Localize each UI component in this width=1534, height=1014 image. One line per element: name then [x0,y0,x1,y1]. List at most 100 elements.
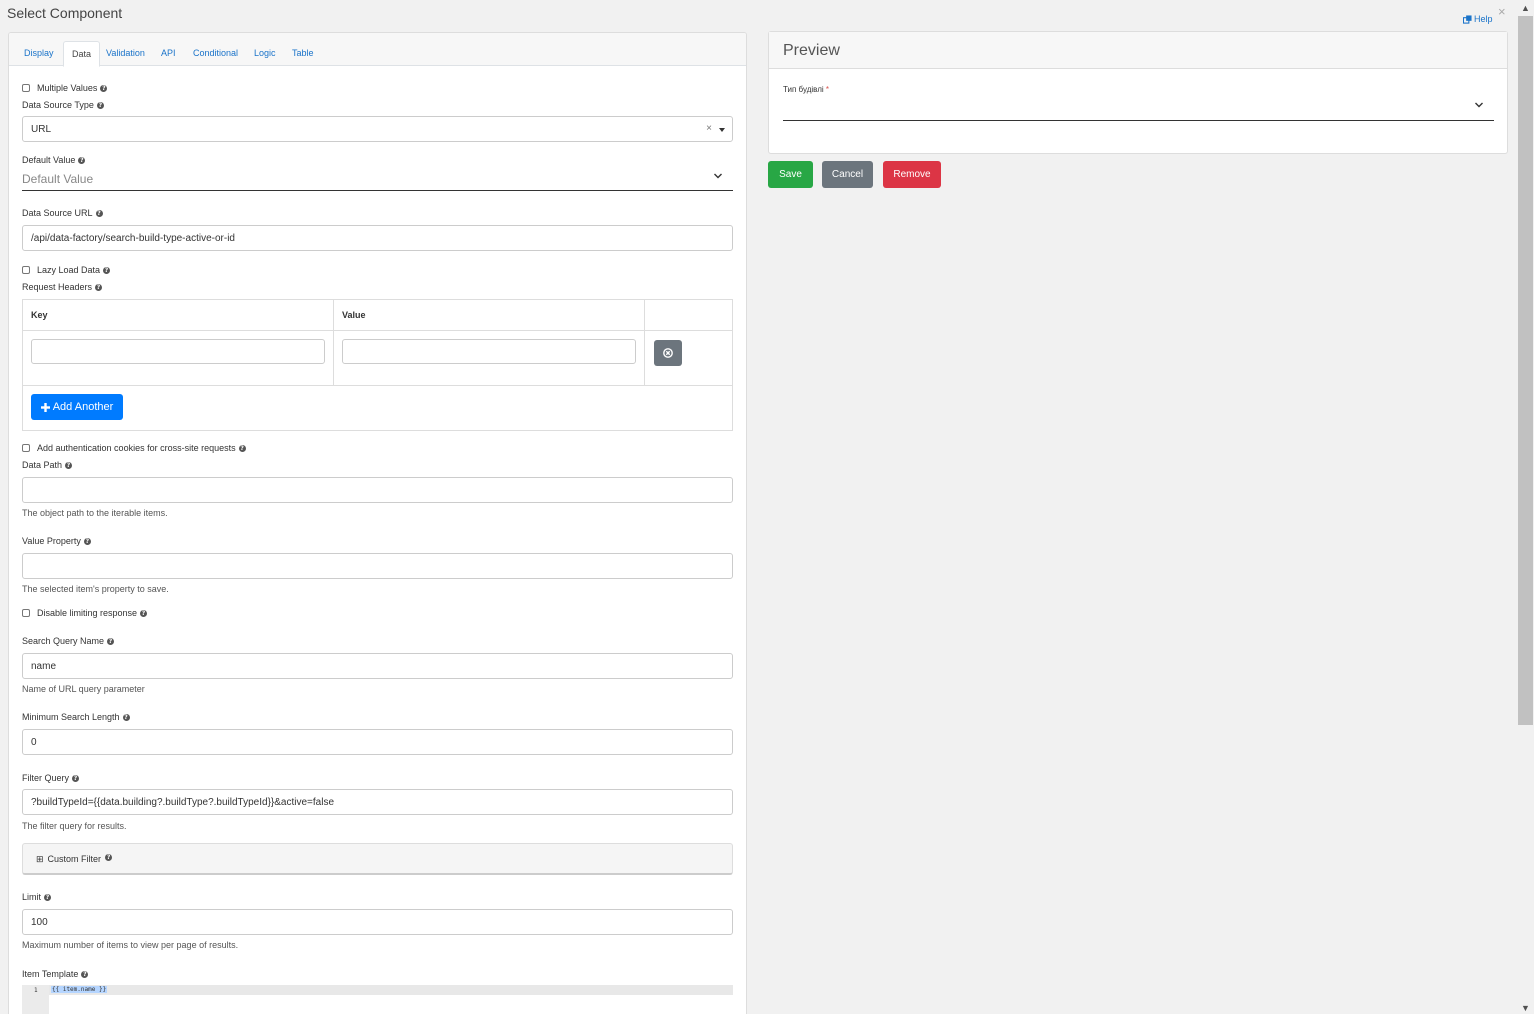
tab-display[interactable]: Display [24,48,54,58]
question-icon: ? [81,970,89,978]
min-search-length-label-row: Minimum Search Length ? [22,712,130,722]
preview-field-label-text: Тип будівлі [783,85,824,94]
external-link-icon [1463,14,1472,24]
preview-field-label: Тип будівлі * [783,85,829,94]
multiple-values-label: Multiple Values [37,83,98,93]
help-label: Help [1474,14,1493,24]
question-icon: ? [83,537,91,545]
scroll-down-icon[interactable]: ▼ [1517,1003,1534,1013]
data-path-description: The object path to the iterable items. [22,508,168,518]
add-another-button[interactable]: Add Another [31,394,123,420]
default-value-placeholder[interactable]: Default Value [22,172,93,186]
question-icon: ? [238,444,246,452]
limit-label-row: Limit ? [22,892,52,902]
lazy-load-row: Lazy Load Data ? [22,265,111,275]
min-search-length-input[interactable]: 0 [22,729,733,755]
question-icon: ? [95,209,103,217]
disable-limiting-row: Disable limiting response ? [22,608,148,618]
save-button[interactable]: Save [768,161,813,188]
add-another-label: Add Another [52,401,114,413]
data-source-url-label-row: Data Source URL ? [22,208,103,218]
disable-limiting-checkbox[interactable] [22,609,30,617]
value-property-description: The selected item's property to save. [22,584,169,594]
scrollbar[interactable]: ▲ ▼ [1517,0,1534,1014]
request-headers-label-row: Request Headers ? [22,282,103,292]
limit-description: Maximum number of items to view per page… [22,940,239,950]
tab-bar: Display Data Validation API Conditional … [9,33,746,67]
search-query-name-description: Name of URL query parameter [22,684,145,694]
remove-circle-icon [663,348,673,358]
auth-cookies-row: Add authentication cookies for cross-sit… [22,443,246,453]
tab-table[interactable]: Table [292,48,314,58]
tab-validation[interactable]: Validation [106,48,145,58]
filter-query-input[interactable]: ?buildTypeId={{data.building?.buildType?… [22,789,733,815]
data-source-type-label: Data Source Type [22,100,94,110]
tab-api[interactable]: API [161,48,176,58]
divider [23,330,732,331]
tab-logic[interactable]: Logic [254,48,276,58]
remove-row-button[interactable] [654,340,682,366]
default-value-label: Default Value [22,155,76,165]
header-key-input[interactable] [31,339,325,364]
lazy-load-label: Lazy Load Data [37,265,101,275]
divider [333,300,334,386]
filter-query-label-row: Filter Query ? [22,773,80,783]
preview-panel: Preview Тип будівлі * [768,31,1508,154]
default-value-label-row: Default Value ? [22,155,86,165]
auth-cookies-label: Add authentication cookies for cross-sit… [37,443,236,453]
divider [644,300,645,386]
chevron-down-icon[interactable] [713,172,723,180]
lazy-load-checkbox[interactable] [22,266,30,274]
chevron-down-icon[interactable] [1474,101,1484,109]
tab-conditional[interactable]: Conditional [193,48,238,58]
cancel-button[interactable]: Cancel [822,161,873,188]
data-source-url-label: Data Source URL [22,208,93,218]
search-query-name-label: Search Query Name [22,636,105,646]
expand-icon[interactable]: ⊞ [36,854,44,873]
scroll-thumb[interactable] [1518,16,1533,725]
request-headers-table: Key Value Add Another [22,299,733,431]
search-query-name-label-row: Search Query Name ? [22,636,115,646]
item-template-editor[interactable]: 1 {{ item.name }} [22,985,733,1014]
question-icon: ? [96,101,104,109]
scroll-up-icon[interactable]: ▲ [1517,3,1534,13]
tab-data[interactable]: Data [63,41,101,67]
remove-button[interactable]: Remove [883,161,941,188]
value-property-input[interactable] [22,553,733,579]
min-search-length-label: Minimum Search Length [22,712,120,722]
divider [23,385,732,386]
default-value-select[interactable] [22,190,733,191]
multiple-values-checkbox[interactable] [22,84,30,92]
close-icon[interactable]: × [1498,5,1506,18]
value-property-label-row: Value Property ? [22,536,91,546]
custom-filter-panel[interactable]: ⊞ Custom Filter ? [22,843,733,875]
line-number: 1 [34,987,38,994]
question-icon: ? [72,774,80,782]
preview-select[interactable] [783,120,1494,121]
data-path-input[interactable] [22,477,733,503]
edit-form-panel: Display Data Validation API Conditional … [8,32,747,1014]
limit-input[interactable]: 100 [22,909,733,935]
question-icon: ? [122,713,130,721]
header-value-input[interactable] [342,339,636,364]
question-icon: ? [105,854,113,861]
data-source-type-select[interactable]: URL × [22,116,733,142]
filter-query-description: The filter query for results. [22,821,127,831]
help-link[interactable]: Help [1463,14,1493,24]
custom-filter-label: Custom Filter [47,854,102,864]
plus-icon [40,402,50,412]
item-template-label-row: Item Template ? [22,969,89,979]
data-path-label: Data Path [22,460,63,470]
request-headers-label: Request Headers [22,282,93,292]
question-icon: ? [44,893,52,901]
auth-cookies-checkbox[interactable] [22,444,30,452]
question-icon: ? [65,461,73,469]
question-icon: ? [140,609,148,617]
clear-icon[interactable]: × [706,123,712,134]
data-source-type-value: URL [31,124,52,135]
disable-limiting-label: Disable limiting response [37,608,138,618]
search-query-name-input[interactable]: name [22,653,733,679]
question-icon: ? [95,283,103,291]
data-source-url-input[interactable]: /api/data-factory/search-build-type-acti… [22,225,733,251]
template-code[interactable]: {{ item.name }} [51,986,108,993]
